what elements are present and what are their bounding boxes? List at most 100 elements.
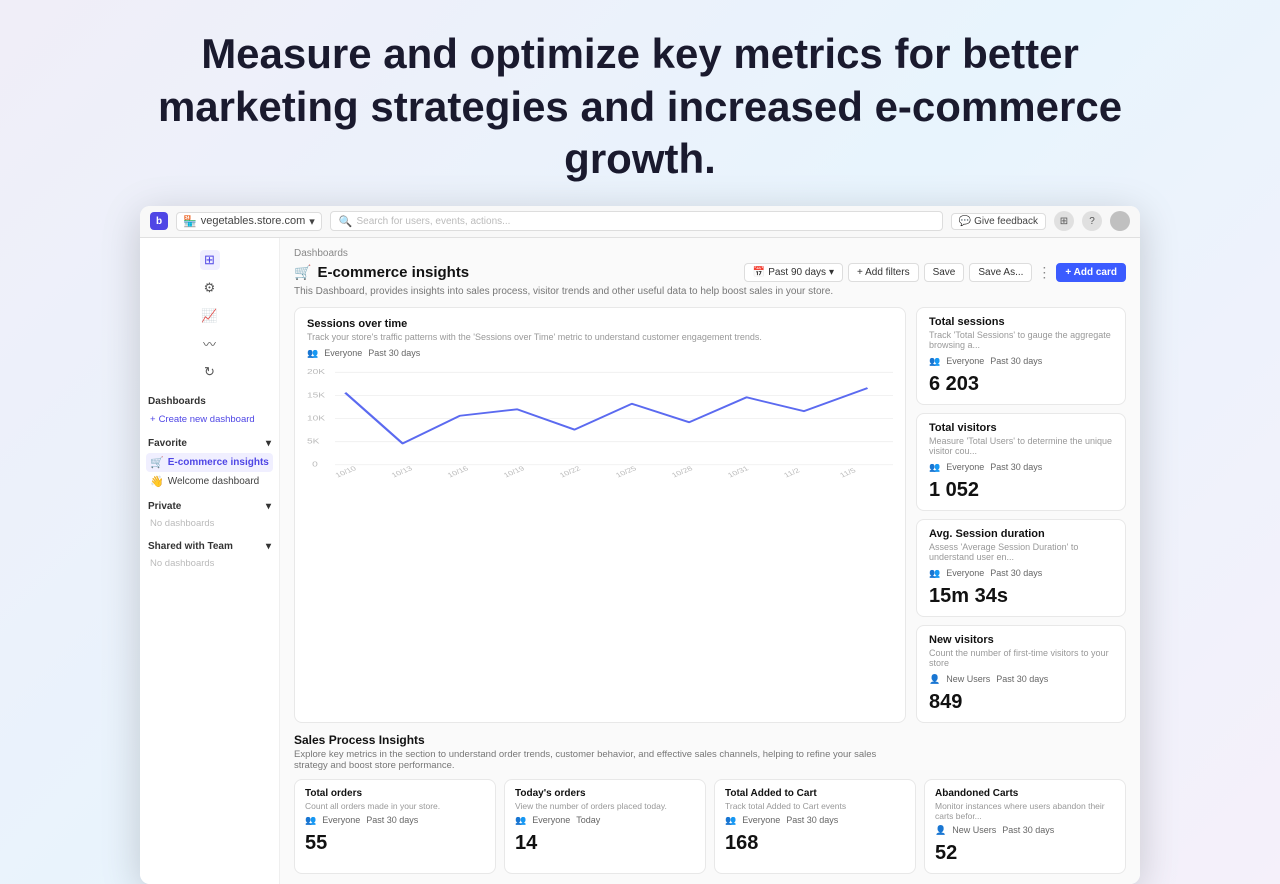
store-breadcrumb: 🏪 (183, 215, 197, 228)
to-everyone: Everyone (322, 815, 360, 825)
svg-text:10/22: 10/22 (558, 464, 582, 479)
todays-orders-value: 14 (515, 832, 695, 855)
ac-icon: 👤 (935, 825, 946, 836)
sidebar-shared-section: Shared with Team ▾ No dashboards (146, 541, 273, 571)
new-visitors-filter: 👤 New Users Past 30 days (929, 674, 1113, 685)
add-filters-button[interactable]: + Add filters (848, 263, 919, 282)
create-label: Create new dashboard (159, 414, 255, 425)
sidebar-private-section: Private ▾ No dashboards (146, 501, 273, 531)
svg-text:10/31: 10/31 (726, 464, 750, 479)
save-as-button[interactable]: Save As... (969, 263, 1032, 282)
to-period: Past 30 days (366, 815, 418, 825)
total-orders-card: Total orders Count all orders made in yo… (294, 779, 496, 874)
dashboard-title: E-commerce insights (317, 264, 469, 281)
tac-icon: 👥 (725, 815, 736, 826)
add-card-label: + Add card (1065, 267, 1117, 278)
ts-icon: 👥 (929, 356, 940, 367)
avg-session-value: 15m 34s (929, 585, 1113, 608)
chevron-down-icon: ▾ (309, 215, 315, 228)
feedback-button[interactable]: 💬 Give feedback (951, 213, 1046, 230)
store-name: vegetables.store.com (201, 215, 306, 227)
total-visitors-value: 1 052 (929, 479, 1113, 502)
total-added-cart-value: 168 (725, 832, 905, 855)
tod-period: Today (576, 815, 600, 825)
total-visitors-title: Total visitors (929, 422, 1113, 434)
sessions-chart-desc: Track your store's traffic patterns with… (307, 332, 893, 342)
total-added-cart-card: Total Added to Cart Track total Added to… (714, 779, 916, 874)
todays-orders-filter: 👥 Everyone Today (515, 815, 695, 826)
as-everyone: Everyone (946, 568, 984, 578)
sidebar-shared-header: Shared with Team ▾ (146, 541, 273, 552)
sidebar-item-welcome-label: Welcome dashboard (168, 476, 260, 487)
main-layout: ⊞ ⚙ 📈 〰 ↻ Dashboards + Create new dashbo… (140, 238, 1140, 884)
sessions-filter-row: 👥 Everyone Past 30 days (307, 348, 893, 359)
dashboard-header: 🛒 E-commerce insights 📅 Past 90 days ▾ +… (294, 263, 1126, 282)
chevron-period: ▾ (829, 267, 834, 278)
favorite-chevron: ▾ (266, 438, 271, 449)
sidebar-item-ecommerce-label: E-commerce insights (168, 457, 269, 468)
user-avatar[interactable] (1110, 211, 1130, 231)
dashboard-icon: 🛒 (294, 264, 311, 281)
nav-trending-icon[interactable]: 〰 (200, 334, 220, 354)
total-sessions-desc: Track 'Total Sessions' to gauge the aggr… (929, 330, 1113, 350)
nav-settings-icon[interactable]: ⚙ (200, 278, 220, 298)
create-dashboard-button[interactable]: + Create new dashboard (146, 411, 273, 428)
nav-dashboard-icon[interactable]: ⊞ (200, 250, 220, 270)
total-visitors-filter: 👥 Everyone Past 30 days (929, 462, 1113, 473)
sessions-chart-title: Sessions over time (307, 318, 893, 330)
more-icon[interactable]: ⋮ (1037, 264, 1051, 281)
app-icon: b (150, 212, 168, 230)
grid-icon[interactable]: ⊞ (1054, 211, 1074, 231)
save-button[interactable]: Save (924, 263, 965, 282)
sidebar-item-welcome[interactable]: 👋 Welcome dashboard (146, 472, 273, 491)
svg-text:10/19: 10/19 (502, 464, 526, 479)
avg-session-filter: 👥 Everyone Past 30 days (929, 568, 1113, 579)
plus-icon: + (150, 414, 156, 425)
add-card-button[interactable]: + Add card (1056, 263, 1126, 282)
nav-analytics-icon[interactable]: 📈 (200, 306, 220, 326)
sidebar: ⊞ ⚙ 📈 〰 ↻ Dashboards + Create new dashbo… (140, 238, 280, 884)
bottom-metrics-grid: Total orders Count all orders made in yo… (294, 779, 1126, 874)
sales-insights-desc: Explore key metrics in the section to un… (294, 749, 894, 771)
total-visitors-card: Total visitors Measure 'Total Users' to … (916, 413, 1126, 511)
private-empty: No dashboards (146, 516, 273, 531)
ecommerce-icon: 🛒 (150, 456, 164, 469)
browser-frame: b 🏪 vegetables.store.com ▾ 🔍 Search for … (140, 206, 1140, 884)
sessions-chart-svg: 20K 15K 10K 5K 0 10/10 (307, 365, 893, 485)
ts-period: Past 30 days (990, 356, 1042, 366)
abandoned-carts-card: Abandoned Carts Monitor instances where … (924, 779, 1126, 874)
save-label: Save (933, 267, 956, 278)
save-as-label: Save As... (978, 267, 1023, 278)
svg-text:5K: 5K (307, 436, 320, 444)
svg-text:10K: 10K (307, 413, 325, 421)
avg-session-card: Avg. Session duration Assess 'Average Se… (916, 519, 1126, 617)
sidebar-dashboards-section: Dashboards + Create new dashboard (146, 396, 273, 428)
avg-session-title: Avg. Session duration (929, 528, 1113, 540)
todays-orders-title: Today's orders (515, 788, 695, 799)
feedback-label: Give feedback (974, 216, 1038, 227)
abandoned-carts-desc: Monitor instances where users abandon th… (935, 801, 1115, 821)
ts-everyone: Everyone (946, 356, 984, 366)
total-sessions-filter: 👥 Everyone Past 30 days (929, 356, 1113, 367)
ac-users: New Users (952, 825, 996, 835)
total-orders-desc: Count all orders made in your store. (305, 801, 485, 811)
help-icon[interactable]: ? (1082, 211, 1102, 231)
nav-sync-icon[interactable]: ↻ (200, 362, 220, 382)
sidebar-item-ecommerce[interactable]: 🛒 E-commerce insights (146, 453, 273, 472)
top-bar-actions: 💬 Give feedback ⊞ ? (951, 211, 1130, 231)
total-sessions-card: Total sessions Track 'Total Sessions' to… (916, 307, 1126, 405)
store-selector[interactable]: 🏪 vegetables.store.com ▾ (176, 212, 322, 231)
sidebar-dashboards-header: Dashboards (146, 396, 273, 407)
sessions-filter-period: Past 30 days (368, 348, 420, 358)
total-orders-filter: 👥 Everyone Past 30 days (305, 815, 485, 826)
search-bar[interactable]: 🔍 Search for users, events, actions... (330, 211, 943, 231)
abandoned-carts-filter: 👤 New Users Past 30 days (935, 825, 1115, 836)
shared-label: Shared with Team (148, 541, 233, 552)
period-button[interactable]: 📅 Past 90 days ▾ (744, 263, 843, 282)
new-visitors-title: New visitors (929, 634, 1113, 646)
main-content: Dashboards 🛒 E-commerce insights 📅 Past … (280, 238, 1140, 884)
total-added-cart-filter: 👥 Everyone Past 30 days (725, 815, 905, 826)
abandoned-carts-title: Abandoned Carts (935, 788, 1115, 799)
total-sessions-value: 6 203 (929, 373, 1113, 396)
total-orders-value: 55 (305, 832, 485, 855)
